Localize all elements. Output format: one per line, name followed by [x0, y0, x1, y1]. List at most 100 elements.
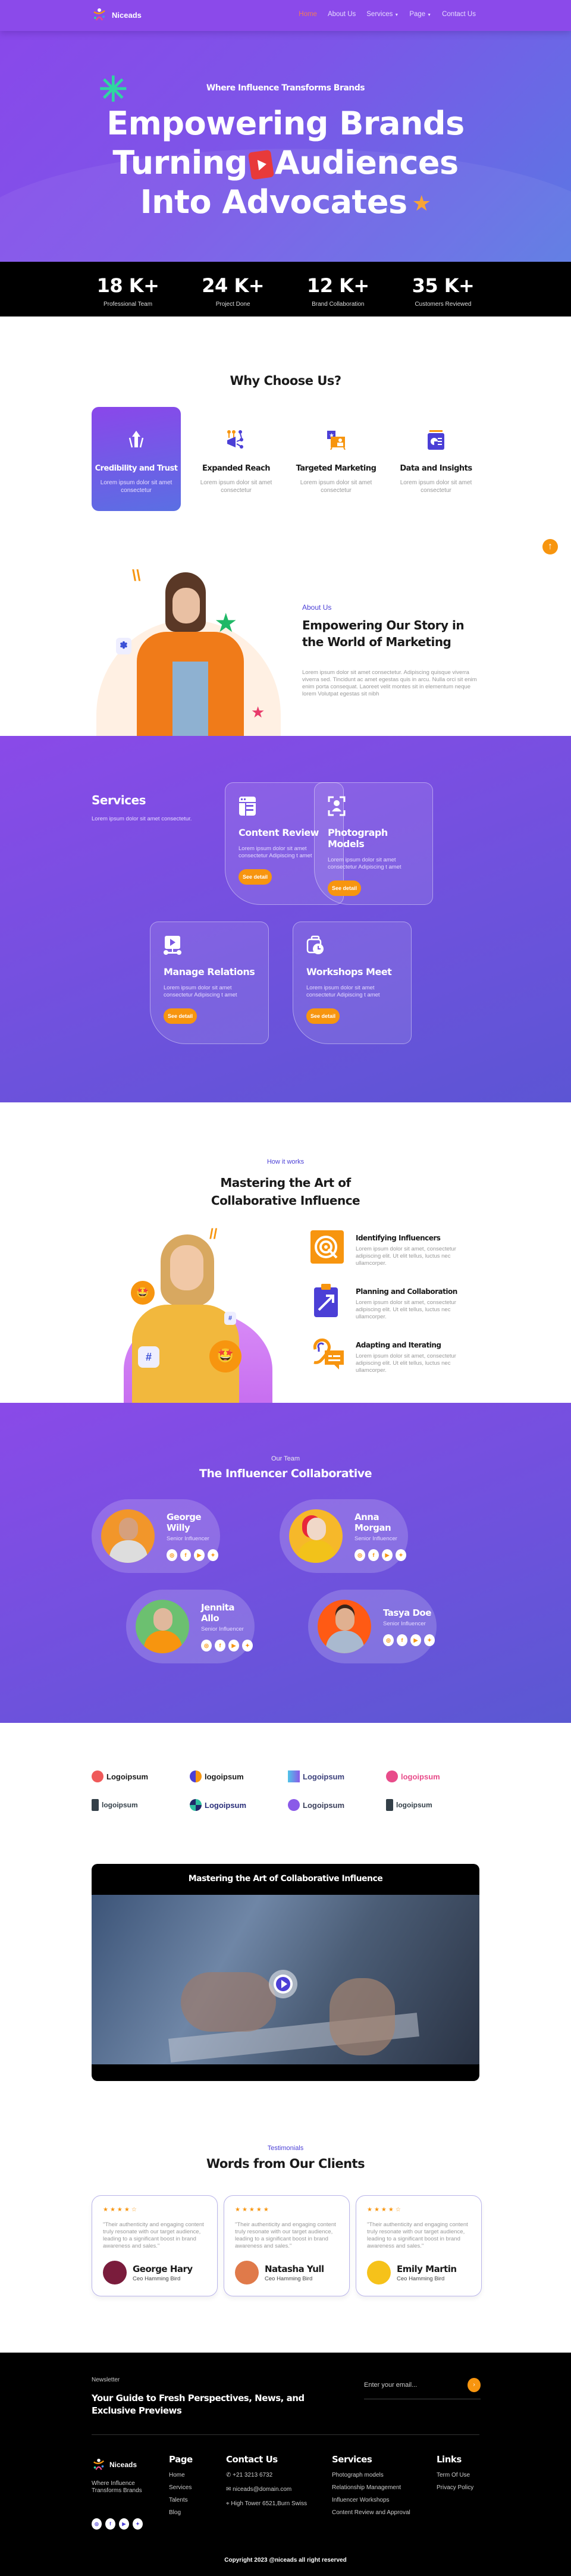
partner-logos-section: Logoipsum logoipsum Logoipsum logoipsum … — [0, 1723, 571, 1850]
contact-email[interactable]: ✉ niceads@domain.com — [226, 2486, 307, 2493]
email-input[interactable] — [364, 2378, 459, 2392]
footer-link[interactable]: Influencer Workshops — [332, 2497, 410, 2503]
megaphone-network-icon — [226, 430, 246, 450]
facebook-icon[interactable]: f — [180, 1549, 191, 1561]
about-image — [119, 572, 262, 736]
youtube-icon[interactable]: ▶ — [382, 1549, 393, 1561]
nav-item-contact[interactable]: Contact Us — [442, 11, 476, 18]
phone-icon: ✆ — [226, 2472, 233, 2478]
twitter-icon[interactable]: ✦ — [396, 1549, 406, 1561]
footer-page-links: Page Home Services Talents Blog — [169, 2454, 193, 2522]
chevron-right-icon: › — [473, 2381, 475, 2388]
brand-logo[interactable]: Niceads — [92, 7, 142, 23]
footer-heading: Contact Us — [226, 2454, 278, 2465]
why-choose-section: Why Choose Us? Credibility and Trust Lor… — [0, 316, 571, 525]
partner-logo: Logoipsum — [288, 1799, 386, 1811]
feature-card[interactable]: Expanded Reach Lorem ipsum dolor sit ame… — [192, 407, 281, 511]
footer-heading: Page — [169, 2454, 193, 2465]
feature-card[interactable]: Data and Insights Lorem ipsum dolor sit … — [391, 407, 481, 511]
instagram-icon[interactable]: ◎ — [383, 1634, 394, 1646]
newsletter-label: Newsletter — [92, 2377, 120, 2383]
logo-text: Logoipsum — [303, 1772, 345, 1781]
see-detail-button[interactable]: See detail — [239, 869, 272, 885]
step-item: Identifying Influencers Lorem ipsum dolor… — [310, 1230, 471, 1268]
section-eyebrow: How it works — [266, 1158, 305, 1165]
twitter-icon[interactable]: ✦ — [208, 1549, 218, 1561]
contact-phone[interactable]: ✆ +21 3213 6732 — [226, 2472, 307, 2478]
subscribe-button[interactable]: › — [468, 2378, 481, 2392]
team-member-card: Anna Morgan Senior Influencer ◎ f ▶ ✦ — [280, 1499, 408, 1573]
about-section: \\ ★ ✽ ★ About Us Empowering Our Story i… — [0, 525, 571, 736]
how-it-works-section: How it works Mastering the Art of Collab… — [0, 1102, 571, 1403]
logo-text: logoipsum — [396, 1801, 432, 1809]
footer-link-home[interactable]: Home — [169, 2472, 193, 2478]
nav-item-page[interactable]: Page ▼ — [409, 11, 431, 18]
service-text: Lorem ipsum dolor sit amet consectetur A… — [328, 857, 401, 870]
member-name: Jennita Allo — [201, 1602, 235, 1624]
about-title: Empowering Our Story in the World of Mar… — [302, 618, 465, 649]
footer-link-privacy[interactable]: Privacy Policy — [437, 2484, 473, 2491]
footer-heading: Links — [437, 2454, 462, 2465]
footer-brand: Niceads Where Influence Transforms Brand… — [92, 2458, 145, 2530]
footer-link[interactable]: Relationship Management — [332, 2484, 410, 2491]
see-detail-button[interactable]: See detail — [306, 1008, 340, 1024]
nav-item-services[interactable]: Services ▼ — [366, 11, 399, 18]
youtube-icon[interactable]: ▶ — [228, 1639, 239, 1651]
arrow-up-icon — [126, 430, 146, 450]
twitter-icon[interactable]: ✦ — [424, 1634, 435, 1646]
logo-text: logoipsum — [205, 1772, 244, 1781]
footer-link-services[interactable]: Services — [169, 2484, 193, 2491]
address-text: High Tower 6521,Burn Swiss — [231, 2500, 308, 2507]
footer-link-terms[interactable]: Term Of Use — [437, 2472, 473, 2478]
section-title-text: Mastering the Art of Collaborative Influ… — [211, 1176, 360, 1208]
nav-menu: Home About Us Services ▼ Page ▼ Contact Us — [299, 11, 476, 18]
feature-card[interactable]: ★ Targeted Marketing Lorem ipsum dolor s… — [291, 407, 381, 511]
stat-value: 18 K+ — [96, 274, 159, 297]
twitter-icon[interactable]: ✦ — [242, 1639, 253, 1651]
avatar — [289, 1509, 343, 1563]
logo-mark-icon — [386, 1770, 398, 1782]
facebook-icon[interactable]: f — [215, 1639, 225, 1651]
footer-link-talents[interactable]: Talents — [169, 2497, 193, 2503]
nav-item-about[interactable]: About Us — [328, 11, 356, 18]
footer-link[interactable]: Photograph models — [332, 2472, 410, 2478]
feature-card[interactable]: Credibility and Trust Lorem ipsum dolor … — [92, 407, 181, 511]
member-name: Anna Morgan — [354, 1511, 391, 1533]
instagram-icon[interactable]: ◎ — [201, 1639, 212, 1651]
footer-link-blog[interactable]: Blog — [169, 2509, 193, 2516]
step-title: Adapting and Iterating — [356, 1341, 441, 1349]
youtube-icon[interactable]: ▶ — [410, 1634, 421, 1646]
facebook-icon[interactable]: f — [397, 1634, 407, 1646]
footer-link[interactable]: Content Review and Approval — [332, 2509, 410, 2516]
client-position: Ceo Hamming Bird — [397, 2275, 445, 2282]
services-section: Services Lorem ipsum dolor sit amet cons… — [0, 736, 571, 1102]
star-outline-icon: ☆ — [395, 2207, 403, 2213]
twitter-icon[interactable]: ✦ — [133, 2518, 143, 2530]
data-report-icon — [426, 430, 446, 450]
nav-item-home[interactable]: Home — [299, 11, 317, 18]
facebook-icon[interactable]: f — [368, 1549, 379, 1561]
see-detail-button[interactable]: See detail — [328, 880, 361, 896]
instagram-icon[interactable]: ◎ — [92, 2518, 102, 2530]
service-text: Lorem ipsum dolor sit amet consectetur A… — [164, 985, 237, 998]
hero-title-line3: Into Advocates — [140, 183, 408, 221]
footer: Newsletter Your Guide to Fresh Perspecti… — [0, 2352, 571, 2576]
testimonial-quote: "Their authenticity and engaging content… — [235, 2221, 336, 2249]
avatar — [367, 2261, 391, 2284]
play-icon — [281, 1980, 287, 1988]
instagram-icon[interactable]: ◎ — [354, 1549, 365, 1561]
video-player[interactable]: Mastering the Art of Collaborative Influ… — [92, 1864, 479, 2081]
youtube-icon[interactable]: ▶ — [119, 2518, 129, 2530]
star-eyes-emoji-icon: 🤩 — [209, 1340, 241, 1372]
brand-logo[interactable]: Niceads — [92, 2458, 145, 2472]
scroll-to-top-button[interactable]: ↑ — [542, 539, 558, 554]
star-outline-icon: ☆ — [131, 2207, 139, 2213]
avatar — [318, 1600, 371, 1653]
member-role: Senior Influencer — [354, 1535, 397, 1542]
sparkle-icon: // — [209, 1226, 218, 1242]
facebook-icon[interactable]: f — [105, 2518, 115, 2530]
member-role: Senior Influencer — [383, 1620, 426, 1627]
see-detail-button[interactable]: See detail — [164, 1008, 197, 1024]
youtube-icon[interactable]: ▶ — [194, 1549, 205, 1561]
instagram-icon[interactable]: ◎ — [167, 1549, 177, 1561]
